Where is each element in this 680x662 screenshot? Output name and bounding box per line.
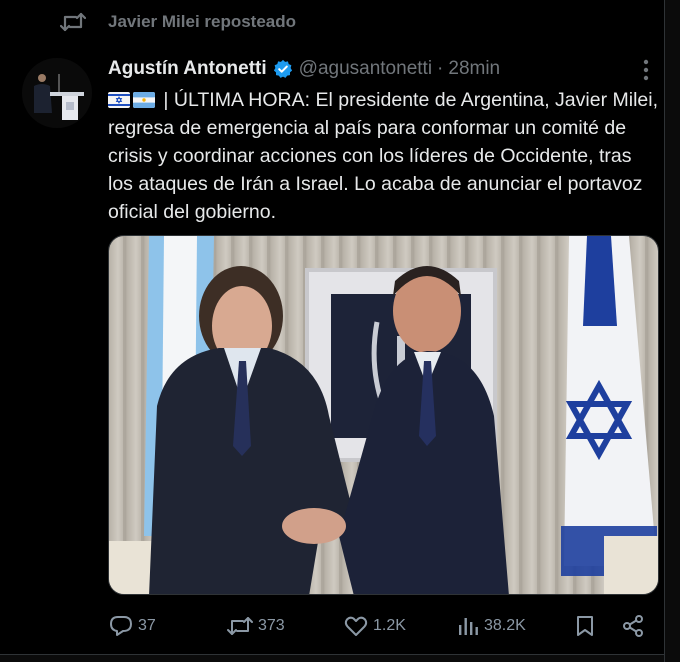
repost-count: 373 [258,617,285,634]
author-name[interactable]: Agustín Antonetti [108,58,267,80]
views-icon [459,618,478,635]
tweet-photo[interactable] [108,235,659,595]
repost-text: Javier Milei reposteado [108,12,297,31]
share-button[interactable] [621,612,649,640]
like-count: 1.2K [373,617,406,634]
repost-context[interactable]: Javier Milei reposteado [60,10,296,34]
like-button[interactable]: 1.2K [343,612,406,640]
heart-icon [344,616,368,636]
repost-button[interactable]: 373 [226,612,285,640]
share-icon [623,615,643,637]
bookmark-icon [577,616,593,636]
repost-icon [60,12,86,32]
scroll-edge [664,0,680,662]
view-count: 38.2K [484,617,526,634]
reply-button[interactable]: 37 [108,612,156,640]
avatar[interactable] [22,58,92,128]
repost-action-icon [227,617,253,635]
views-button[interactable]: 38.2K [456,612,526,640]
verified-badge-icon[interactable] [273,59,293,79]
flag-argentina-icon [133,92,155,108]
reply-count: 37 [138,617,156,634]
tweet-header: Agustín Antonetti @agusantonetti · 28min [108,55,548,83]
tweet-text: | ÚLTIMA HORA: El presidente de Argentin… [108,86,658,226]
tweet-actions: 37 373 1.2K 38.2K [108,612,648,640]
timestamp[interactable]: 28min [448,58,500,80]
reply-icon [110,616,132,636]
next-post-divider [0,654,664,662]
tweet-body: | ÚLTIMA HORA: El presidente de Argentin… [108,89,658,223]
author-handle[interactable]: @agusantonetti [299,58,432,80]
flag-israel-icon [108,92,130,108]
more-options-icon[interactable] [636,56,656,84]
bookmark-button[interactable] [574,612,600,640]
separator-dot: · [437,58,444,79]
avatar-image [22,58,92,128]
photo-image [109,236,658,594]
